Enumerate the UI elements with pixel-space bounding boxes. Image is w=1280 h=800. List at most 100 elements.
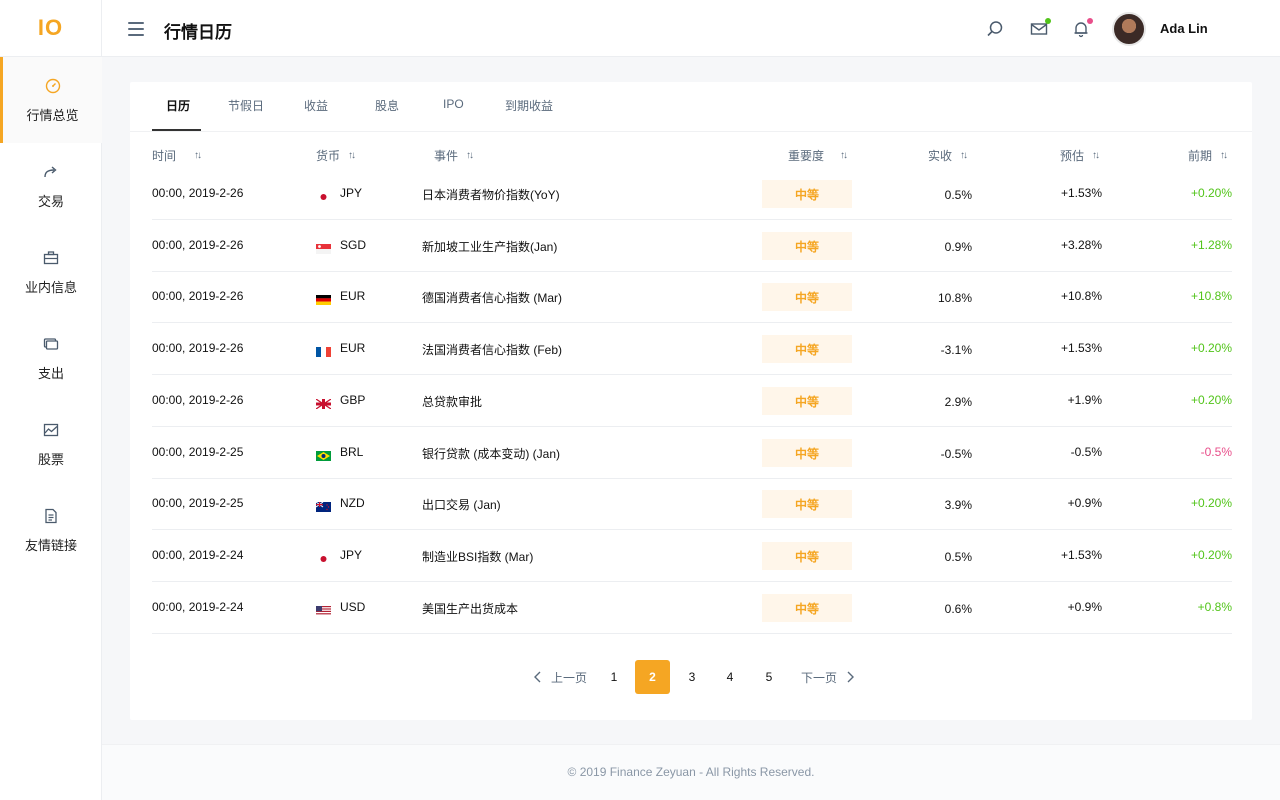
cell-currency: USD <box>340 600 366 614</box>
sidebar-item-industry-info[interactable]: 业内信息 <box>0 229 102 315</box>
search-icon[interactable] <box>986 20 1004 38</box>
flag-jp-icon <box>316 551 331 564</box>
table-row[interactable]: 00:00, 2019-2-26 EUR 法国消费者信心指数 (Feb) 中等 -3.1… <box>152 323 1232 375</box>
page-button-3[interactable]: 3 <box>680 660 704 694</box>
column-header-label: 时间 <box>152 149 177 163</box>
sidebar-item-market-overview[interactable]: 行情总览 <box>0 57 102 143</box>
tab-yield[interactable]: 到期收益 <box>505 97 553 132</box>
sidebar-item-trade[interactable]: 交易 <box>0 143 102 229</box>
mail-notification-dot <box>1045 18 1051 24</box>
prev-page-button[interactable]: 上一页 <box>530 660 590 694</box>
column-header-currency[interactable]: 货币 ↑↓ <box>316 147 356 164</box>
page-title: 行情日历 <box>164 23 232 42</box>
cell-event[interactable]: 法国消费者信心指数 (Feb) <box>422 341 562 358</box>
table-row[interactable]: 00:00, 2019-2-26 SGD 新加坡工业生产指数(Jan) 中等 0.9% +… <box>152 220 1232 272</box>
tab-earnings[interactable]: 收益 <box>304 97 328 132</box>
cell-event[interactable]: 日本消费者物价指数(YoY) <box>422 186 560 203</box>
cell-actual: 0.9% <box>944 240 972 254</box>
cell-time: 00:00, 2019-2-25 <box>152 445 244 459</box>
cell-previous: +0.20% <box>1190 186 1232 200</box>
column-header-actual[interactable]: 实收 ↑↓ <box>928 147 968 164</box>
cell-currency: BRL <box>340 445 364 459</box>
sidebar-item-label: 行情总览 <box>26 107 79 123</box>
document-icon <box>42 507 60 525</box>
sort-icon[interactable]: ↑↓ <box>960 150 968 161</box>
cell-event[interactable]: 银行贷款 (成本变动) (Jan) <box>422 445 560 462</box>
sidebar-item-links[interactable]: 友情链接 <box>0 487 102 573</box>
table-row[interactable]: 00:00, 2019-2-26 GBP 总贷款审批 中等 2.9% +1.9% +0.20… <box>152 375 1232 427</box>
cell-event[interactable]: 新加坡工业生产指数(Jan) <box>422 238 557 255</box>
table-row[interactable]: 00:00, 2019-2-24 JPY 制造业BSI指数 (Mar) 中等 0.5% +… <box>152 530 1232 582</box>
sidebar-item-stocks[interactable]: 股票 <box>0 401 102 487</box>
page-button-5[interactable]: 5 <box>757 660 781 694</box>
page-button-2-current[interactable]: 2 <box>635 660 670 694</box>
top-header: 行情日历 Ada Lin <box>102 0 1280 57</box>
importance-badge: 中等 <box>762 180 852 208</box>
column-header-event[interactable]: 事件 ↑↓ <box>434 147 474 164</box>
next-page-button[interactable]: 下一页 <box>798 660 858 694</box>
cell-time: 00:00, 2019-2-26 <box>152 289 244 303</box>
page-button-1[interactable]: 1 <box>602 660 626 694</box>
app-logo[interactable]: IO <box>0 0 101 57</box>
cell-time: 00:00, 2019-2-26 <box>152 393 244 407</box>
sort-icon[interactable]: ↑↓ <box>1092 150 1100 161</box>
sort-icon[interactable]: ↑↓ <box>348 150 356 161</box>
cell-actual: 0.5% <box>944 550 972 564</box>
cell-actual: 10.8% <box>937 291 972 305</box>
tab-holidays[interactable]: 节假日 <box>228 97 264 132</box>
cell-previous: +0.20% <box>1190 496 1232 510</box>
avatar[interactable] <box>1112 12 1146 46</box>
flag-us-icon <box>316 603 331 616</box>
tab-ipo[interactable]: IPO <box>443 97 464 132</box>
flag-sg-icon <box>316 241 331 254</box>
table-row[interactable]: 00:00, 2019-2-26 EUR 德国消费者信心指数 (Mar) 中等 10.8… <box>152 271 1232 323</box>
sidebar-item-expenses[interactable]: 支出 <box>0 315 102 401</box>
column-header-forecast[interactable]: 预估 ↑↓ <box>1060 147 1100 164</box>
cell-event[interactable]: 制造业BSI指数 (Mar) <box>422 548 533 565</box>
chevron-left-icon <box>533 671 541 683</box>
cell-forecast: +0.9% <box>1067 496 1102 510</box>
sidebar-item-label: 支出 <box>37 365 64 381</box>
flag-de-icon <box>316 292 331 305</box>
cell-currency: NZD <box>340 496 365 510</box>
importance-badge: 中等 <box>762 542 852 570</box>
sort-icon[interactable]: ↑↓ <box>466 150 474 161</box>
column-header-time[interactable]: 时间 ↑↓ <box>152 147 202 164</box>
speedometer-icon <box>44 77 62 95</box>
column-header-label: 前期 <box>1188 149 1213 163</box>
cell-forecast: -0.5% <box>1070 445 1102 459</box>
cell-event[interactable]: 德国消费者信心指数 (Mar) <box>422 289 562 306</box>
column-header-label: 重要度 <box>788 149 825 163</box>
column-header-label: 事件 <box>434 149 459 163</box>
copyright-text: © 2019 Finance Zeyuan - All Rights Reser… <box>567 765 815 779</box>
cards-icon <box>42 335 60 353</box>
page-button-4[interactable]: 4 <box>718 660 742 694</box>
chevron-right-icon <box>847 671 854 683</box>
cell-time: 00:00, 2019-2-26 <box>152 341 244 355</box>
cell-event[interactable]: 美国生产出货成本 <box>422 600 518 617</box>
user-name[interactable]: Ada Lin <box>1160 21 1208 36</box>
sort-icon[interactable]: ↑↓ <box>840 150 848 161</box>
table-row[interactable]: 00:00, 2019-2-26 JPY 日本消费者物价指数(YoY) 中等 0.5% +… <box>152 168 1232 220</box>
sidebar: IO 行情总览 交易 业内信息 支出 股票 友情链接 <box>0 0 102 800</box>
tab-calendar[interactable]: 日历 <box>166 97 190 132</box>
column-header-previous[interactable]: 前期 ↑↓ <box>1188 147 1228 164</box>
column-header-importance[interactable]: 重要度 ↑↓ <box>788 147 848 164</box>
bell-icon[interactable] <box>1072 18 1093 38</box>
cell-event[interactable]: 总贷款审批 <box>422 393 482 410</box>
cell-event[interactable]: 出口交易 (Jan) <box>422 496 501 513</box>
footer: © 2019 Finance Zeyuan - All Rights Reser… <box>102 744 1280 800</box>
cell-previous: +1.28% <box>1190 238 1232 252</box>
sort-icon[interactable]: ↑↓ <box>1220 150 1228 161</box>
tab-dividends[interactable]: 股息 <box>375 97 399 132</box>
mail-icon[interactable] <box>1030 18 1051 38</box>
importance-badge: 中等 <box>762 439 852 467</box>
sort-icon[interactable]: ↑↓ <box>194 150 202 161</box>
table-row[interactable]: 00:00, 2019-2-24 USD 美国生产出货成本 中等 0.6% +0.9% +0… <box>152 582 1232 634</box>
table-row[interactable]: 00:00, 2019-2-25 BRL 银行贷款 (成本变动) (Jan) 中等 -0… <box>152 427 1232 479</box>
menu-icon[interactable] <box>128 22 144 36</box>
table-row[interactable]: 00:00, 2019-2-25 NZD 出口交易 (Jan) 中等 3.9% +0.9%… <box>152 478 1232 530</box>
tab-bar: 日历 节假日 收益 股息 IPO 到期收益 <box>130 82 1252 132</box>
flag-jp-icon <box>316 189 331 202</box>
cell-forecast: +10.8% <box>1060 289 1102 303</box>
